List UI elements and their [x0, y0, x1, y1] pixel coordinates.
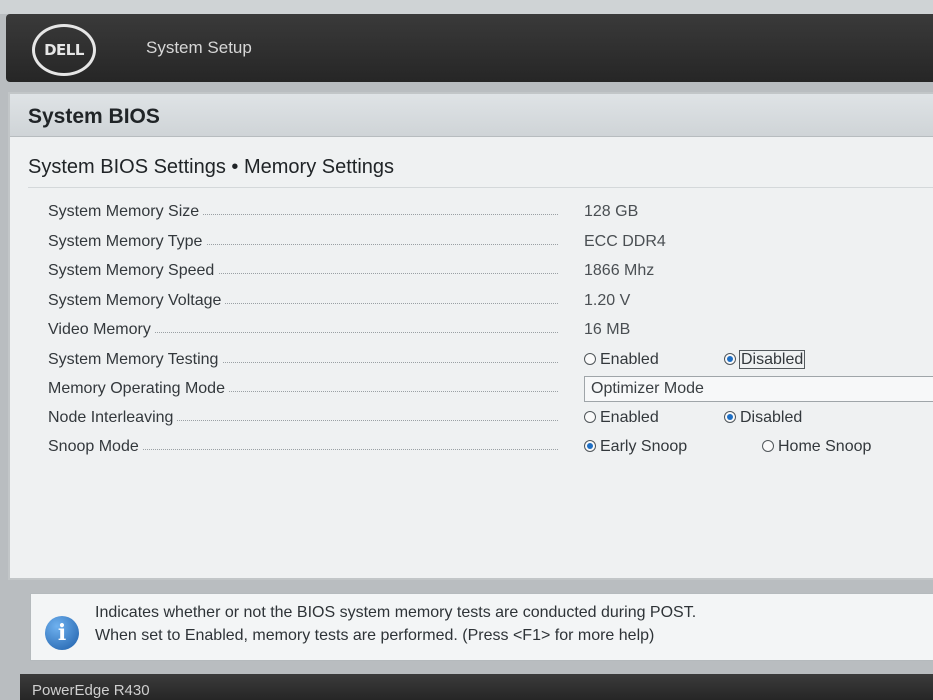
radio-label: Enabled	[600, 409, 659, 426]
setting-label: System Memory Speed	[48, 262, 219, 280]
radio-off-icon	[584, 410, 596, 423]
setting-row-memory-voltage[interactable]: System Memory Voltage 1.20 V	[48, 289, 933, 315]
setting-row-memory-speed[interactable]: System Memory Speed 1866 Mhz	[48, 259, 933, 285]
setting-row-memory-testing: System Memory Testing Enabled Disabled	[48, 348, 933, 374]
model-name: PowerEdge R430	[32, 682, 150, 699]
radio-label: Early Snoop	[600, 438, 688, 455]
node-interleaving-disabled-radio[interactable]: Disabled	[724, 409, 802, 427]
setting-value: 1.20 V	[584, 292, 631, 309]
setting-label: Snoop Mode	[48, 438, 143, 456]
setting-label: Video Memory	[48, 321, 155, 339]
radio-on-icon	[584, 439, 596, 452]
setting-label: System Memory Testing	[48, 351, 223, 369]
panel-heading: System BIOS	[28, 105, 160, 128]
page-title: System BIOS Settings • Memory Settings	[28, 156, 395, 178]
bios-panel: System BIOS System BIOS Settings • Memor…	[8, 92, 933, 580]
info-icon: i	[45, 616, 79, 650]
radio-off-icon	[762, 439, 774, 452]
radio-label: Disabled	[740, 409, 803, 426]
dell-logo: DELL	[32, 24, 96, 76]
snoop-early-radio[interactable]: Early Snoop	[584, 438, 687, 456]
setting-row-memory-size[interactable]: System Memory Size 128 GB	[48, 200, 933, 226]
radio-label: Disabled	[738, 350, 806, 369]
setting-row-video-memory[interactable]: Video Memory 16 MB	[48, 318, 933, 344]
help-box: i Indicates whether or not the BIOS syst…	[30, 593, 933, 661]
radio-label: Enabled	[600, 351, 659, 368]
setting-row-snoop-mode: Snoop Mode Early Snoop Home Snoop	[48, 435, 933, 461]
setting-label: System Memory Size	[48, 203, 204, 221]
radio-on-icon	[724, 352, 736, 365]
top-strip	[0, 0, 933, 14]
setting-label: Memory Operating Mode	[48, 380, 229, 398]
help-text-line2: When set to Enabled, memory tests are pe…	[95, 627, 655, 644]
setting-row-memory-type[interactable]: System Memory Type ECC DDR4	[48, 230, 933, 256]
setting-row-node-interleaving: Node Interleaving Enabled Disabled	[48, 406, 933, 432]
memory-testing-enabled-radio[interactable]: Enabled	[584, 351, 659, 369]
setting-label: System Memory Voltage	[48, 292, 226, 310]
radio-off-icon	[584, 352, 596, 365]
radio-label: Home Snoop	[778, 438, 872, 455]
system-setup-header: DELL System Setup	[6, 14, 933, 82]
memory-testing-disabled-radio[interactable]: Disabled	[724, 350, 806, 369]
select-value: Optimizer Mode	[591, 380, 704, 397]
help-text-line1: Indicates whether or not the BIOS system…	[95, 604, 697, 621]
setting-value: 16 MB	[584, 321, 631, 338]
setting-value: 1866 Mhz	[584, 262, 655, 279]
setting-label: Node Interleaving	[48, 409, 178, 427]
header-title: System Setup	[146, 38, 252, 57]
footer-bar: PowerEdge R430	[20, 674, 933, 700]
setting-value: 128 GB	[584, 203, 639, 220]
radio-on-icon	[724, 410, 736, 423]
panel-heading-bar: System BIOS	[10, 94, 933, 137]
setting-row-operating-mode: Memory Operating Mode Optimizer Mode	[48, 376, 933, 403]
snoop-home-radio[interactable]: Home Snoop	[762, 438, 871, 456]
setting-value: ECC DDR4	[584, 233, 666, 250]
operating-mode-select[interactable]: Optimizer Mode	[584, 376, 933, 402]
node-interleaving-enabled-radio[interactable]: Enabled	[584, 409, 659, 427]
setting-label: System Memory Type	[48, 233, 207, 251]
divider	[28, 187, 933, 188]
